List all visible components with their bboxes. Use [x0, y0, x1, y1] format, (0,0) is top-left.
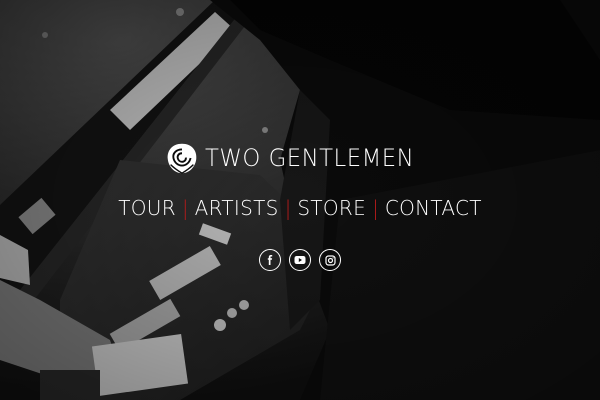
brand-name: TWO GENTLEMEN	[205, 144, 415, 172]
social-links	[0, 249, 600, 271]
nav-separator: |	[372, 196, 379, 220]
youtube-link[interactable]	[289, 249, 311, 271]
youtube-icon	[294, 256, 306, 264]
facebook-icon	[267, 255, 273, 265]
nav-separator: |	[284, 196, 292, 220]
nav-separator: |	[181, 196, 189, 220]
rose-icon	[167, 143, 197, 174]
instagram-icon	[324, 254, 336, 266]
brand-logo[interactable]: TWO GENTLEMEN	[163, 138, 425, 178]
nav-item-store[interactable]: STORE	[297, 196, 366, 220]
nav-item-artists[interactable]: ARTISTS	[195, 196, 279, 220]
nav-item-tour[interactable]: TOUR	[118, 196, 176, 220]
nav-item-contact[interactable]: CONTACT	[385, 196, 482, 220]
main-navigation: TOUR | ARTISTS | STORE | CONTACT	[0, 196, 600, 220]
instagram-link[interactable]	[319, 249, 341, 271]
facebook-link[interactable]	[259, 249, 281, 271]
